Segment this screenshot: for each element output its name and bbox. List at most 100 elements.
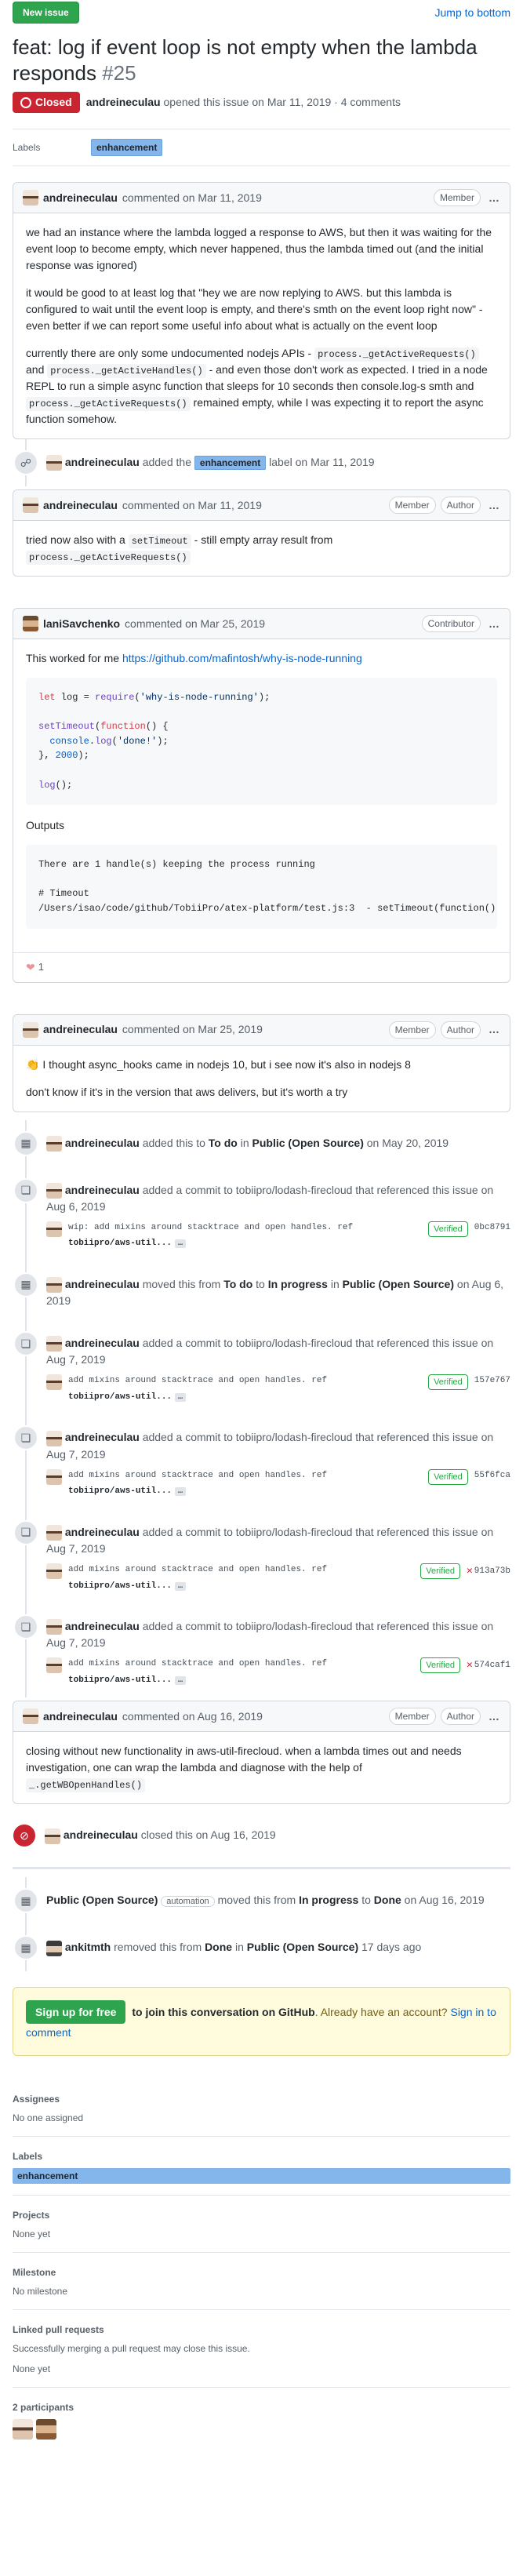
event-actor[interactable]: ankitmth (65, 1941, 111, 1953)
commit-repo[interactable]: tobiipro/aws-util...… (68, 1485, 422, 1498)
verified-badge[interactable]: Verified (428, 1374, 468, 1391)
sidebar-assignees: Assignees No one assigned (13, 2079, 510, 2138)
verified-badge[interactable]: Verified (428, 1221, 468, 1237)
avatar[interactable] (46, 1277, 62, 1293)
new-issue-button[interactable]: New issue (13, 2, 79, 24)
project-link[interactable]: Public (Open Source) (247, 1941, 358, 1953)
comment-author[interactable]: andreineculau (43, 497, 118, 514)
expand-ellipsis-button[interactable]: … (175, 1581, 187, 1591)
commit-sha-with-status[interactable]: ✕ 574caf1 (467, 1657, 510, 1673)
avatar[interactable] (46, 455, 62, 471)
avatar[interactable] (23, 497, 38, 513)
comment-author[interactable]: andreineculau (43, 1021, 118, 1038)
expand-ellipsis-button[interactable]: … (175, 1239, 187, 1249)
avatar[interactable] (46, 1336, 62, 1352)
commit-sha[interactable]: 0bc8791 (474, 1221, 510, 1235)
sidebar-heading[interactable]: Assignees (13, 2092, 510, 2106)
link-why-is-node-running[interactable]: https://github.com/mafintosh/why-is-node… (122, 652, 362, 664)
avatar[interactable] (45, 1828, 60, 1844)
comment-author[interactable]: andreineculau (43, 190, 118, 206)
comment-author[interactable]: laniSavchenko (43, 616, 120, 632)
comment-date[interactable]: commented on Mar 25, 2019 (122, 1021, 263, 1038)
kebab-menu-icon[interactable]: … (488, 1021, 500, 1038)
outputs-heading: Outputs (26, 819, 65, 832)
jump-to-bottom-link[interactable]: Jump to bottom (435, 5, 511, 21)
avatar[interactable] (23, 616, 38, 631)
commit-sha[interactable]: 157e767 (474, 1374, 510, 1388)
avatar[interactable] (46, 1135, 62, 1152)
avatar[interactable] (36, 2419, 56, 2440)
commit-message[interactable]: add mixins around stacktrace and open ha… (68, 1469, 422, 1498)
commit-sha[interactable]: 574caf1 (474, 1659, 510, 1672)
output-block: There are 1 handle(s) keeping the proces… (26, 845, 497, 929)
event-actor[interactable]: andreineculau (65, 1137, 140, 1149)
timeline-event-labeled: ☍ andreineculau added the enhancement la… (13, 439, 510, 486)
label-enhancement[interactable]: enhancement (91, 139, 163, 156)
verified-badge[interactable]: Verified (420, 1657, 460, 1674)
event-actor[interactable]: andreineculau (65, 1278, 140, 1290)
sidebar-heading[interactable]: Linked pull requests (13, 2323, 510, 2337)
sidebar-heading[interactable]: Projects (13, 2208, 510, 2222)
project-link[interactable]: Public (Open Source) (343, 1278, 454, 1290)
commit-sha[interactable]: 913a73b (474, 1565, 510, 1578)
commit-sha[interactable]: 55f6fca (474, 1469, 510, 1483)
kebab-menu-icon[interactable]: … (488, 497, 500, 514)
commit-message[interactable]: add mixins around stacktrace and open ha… (68, 1374, 422, 1403)
comment-paragraph: 👏 I thought async_hooks came in nodejs 1… (26, 1057, 497, 1073)
top-bar: New issue Jump to bottom (13, 0, 510, 24)
expand-ellipsis-button[interactable]: … (175, 1392, 187, 1402)
avatar[interactable] (23, 1708, 38, 1725)
reaction-count[interactable]: 1 (38, 959, 44, 975)
expand-ellipsis-button[interactable]: … (175, 1675, 187, 1685)
expand-ellipsis-button[interactable]: … (175, 1487, 187, 1497)
project-column: Done (205, 1941, 233, 1954)
project-link[interactable]: Public (Open Source) (252, 1137, 364, 1149)
commit-repo[interactable]: tobiipro/aws-util...… (68, 1580, 414, 1593)
commit-message[interactable]: add mixins around stacktrace and open ha… (68, 1657, 414, 1686)
comment-date[interactable]: commented on Mar 11, 2019 (122, 190, 262, 206)
signup-button[interactable]: Sign up for free (26, 2000, 126, 2025)
event-actor[interactable]: andreineculau (65, 1431, 140, 1443)
comment-date[interactable]: commented on Mar 25, 2019 (125, 616, 265, 632)
issue-author[interactable]: andreineculau (86, 96, 161, 108)
comment-date[interactable]: commented on Aug 16, 2019 (122, 1708, 263, 1725)
avatar[interactable] (46, 1619, 62, 1635)
avatar[interactable] (23, 190, 38, 206)
commit-repo[interactable]: tobiipro/aws-util...… (68, 1674, 414, 1687)
bookmark-icon: ❏ (13, 1331, 38, 1357)
label-enhancement[interactable]: enhancement (13, 2168, 510, 2185)
failed-x-icon[interactable]: ✕ (467, 1563, 473, 1579)
event-actor[interactable]: andreineculau (65, 456, 140, 468)
avatar[interactable] (46, 1525, 62, 1541)
event-actor[interactable]: andreineculau (65, 1337, 140, 1349)
verified-badge[interactable]: Verified (428, 1468, 468, 1485)
avatar[interactable] (46, 1940, 62, 1956)
avatar[interactable] (46, 1430, 62, 1446)
project-link[interactable]: Public (Open Source) (46, 1894, 158, 1906)
heart-icon[interactable]: ❤ (26, 959, 35, 976)
event-actor[interactable]: andreineculau (65, 1620, 140, 1632)
text: add mixins around stacktrace and open ha… (68, 1659, 328, 1669)
commit-message[interactable]: wip: add mixins around stacktrace and op… (68, 1221, 422, 1250)
avatar[interactable] (46, 1182, 62, 1199)
event-actor[interactable]: andreineculau (64, 1828, 138, 1841)
failed-x-icon[interactable]: ✕ (467, 1657, 473, 1673)
commit-repo[interactable]: tobiipro/aws-util...… (68, 1237, 422, 1250)
comment-date[interactable]: commented on Mar 11, 2019 (122, 497, 262, 514)
commit-sha-with-status[interactable]: ✕ 913a73b (467, 1563, 510, 1579)
inline-code: process._getActiveHandles() (47, 364, 206, 378)
comment-author[interactable]: andreineculau (43, 1708, 118, 1725)
event-actor[interactable]: andreineculau (65, 1184, 140, 1196)
verified-badge[interactable]: Verified (420, 1563, 460, 1580)
kebab-menu-icon[interactable]: … (488, 190, 500, 206)
commit-repo[interactable]: tobiipro/aws-util...… (68, 1391, 422, 1404)
avatar[interactable] (23, 1021, 38, 1038)
kebab-menu-icon[interactable]: … (488, 1708, 500, 1725)
commit-message[interactable]: add mixins around stacktrace and open ha… (68, 1563, 414, 1592)
event-actor[interactable]: andreineculau (65, 1526, 140, 1538)
sidebar-heading[interactable]: Labels (13, 2149, 510, 2163)
label-enhancement[interactable]: enhancement (194, 456, 267, 470)
avatar[interactable] (13, 2419, 33, 2440)
sidebar-heading[interactable]: Milestone (13, 2265, 510, 2279)
kebab-menu-icon[interactable]: … (488, 616, 500, 632)
